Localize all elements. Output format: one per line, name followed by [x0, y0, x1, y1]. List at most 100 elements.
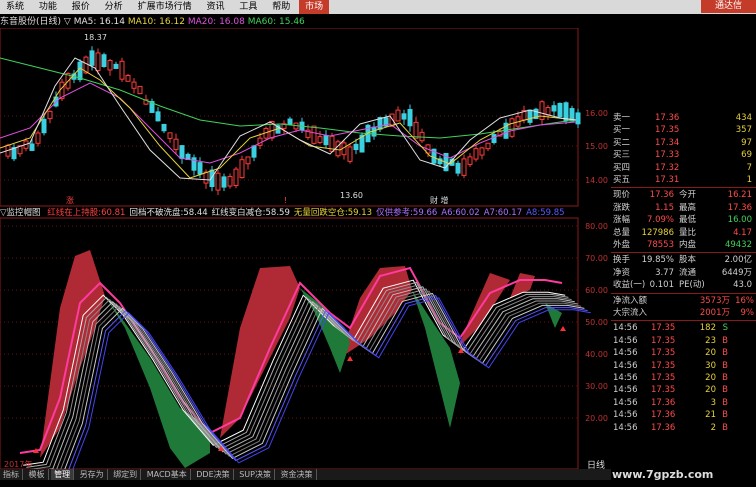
ask-row[interactable]: 卖一 17.36 434: [611, 112, 756, 124]
ma60-value: MA60: 15.46: [247, 17, 305, 27]
ma10-value: MA10: 16.12: [127, 17, 185, 27]
candle-body: [563, 102, 569, 122]
bid-row[interactable]: 买二 17.34 97: [611, 137, 756, 149]
candle-body: [233, 168, 239, 186]
bid-row[interactable]: 买五 17.31 1: [611, 174, 756, 186]
tick-row[interactable]: 14:56 17.35 30 B: [611, 360, 756, 372]
chart-canvas[interactable]: 18.37 13.60 涨 ! 财 增 16.00 15.00 14.00 80…: [0, 28, 611, 469]
candle-body: [545, 107, 551, 116]
stat-row[interactable]: 净资 3.77 流通 6449万: [611, 267, 756, 279]
tick-row[interactable]: 14:56 17.36 3 B: [611, 397, 756, 409]
menu-item[interactable]: 分析: [99, 0, 129, 14]
indicator-value: 仅供参考:59.66: [376, 208, 438, 218]
toolbar-tab[interactable]: MACD基本: [144, 469, 191, 480]
stat-label: 股本: [679, 255, 697, 266]
tick-row[interactable]: 14:56 17.35 182 S: [611, 322, 756, 334]
menu-item[interactable]: 报价: [66, 0, 96, 14]
order-label: 买五: [613, 175, 631, 185]
order-label: 买一: [613, 125, 631, 136]
flow-row[interactable]: 大宗流入 2001万 9%: [611, 307, 756, 319]
candle-body: [107, 59, 113, 71]
stat-value: 16.00: [727, 215, 752, 226]
menu-item[interactable]: 工具: [233, 0, 263, 14]
toolbar-tab[interactable]: 绑定到: [110, 469, 142, 480]
menu-item[interactable]: 资讯: [200, 0, 230, 14]
candle-body: [245, 156, 251, 165]
tick-row[interactable]: 14:56 17.35 20 B: [611, 372, 756, 384]
bid-row[interactable]: 买四 17.32 7: [611, 162, 756, 174]
tick-row[interactable]: 14:56 17.35 23 B: [611, 335, 756, 347]
stat-row[interactable]: 涨跌 1.15 最高 17.36: [611, 202, 756, 214]
period-label[interactable]: 日线: [587, 458, 605, 471]
candlestick-series: [5, 46, 581, 196]
stat-value: 0.101: [649, 280, 674, 291]
nav-label[interactable]: 通达信: [700, 0, 756, 13]
candle-body: [155, 111, 161, 122]
menu-item[interactable]: 帮助: [266, 0, 296, 14]
flow-label: 大宗流入: [613, 308, 648, 318]
stat-label: 最高: [679, 202, 697, 213]
menu-item[interactable]: 功能: [33, 0, 63, 14]
stat-row[interactable]: 外盘 78553 内盘 49432: [611, 239, 756, 251]
candle-body: [203, 171, 209, 184]
tick-volume: 20: [705, 373, 716, 383]
stat-label: 换手: [613, 255, 631, 266]
stock-label[interactable]: 东音股份(日线): [0, 17, 61, 27]
indicator-name[interactable]: ▽监控帽图: [0, 208, 41, 218]
stat-row[interactable]: 换手 19.85% 股本 2.00亿: [611, 254, 756, 266]
stat-label: 总量: [613, 227, 631, 238]
toolbar-tab[interactable]: DDE决策: [193, 469, 234, 480]
tick-side: B: [722, 385, 728, 396]
order-price: 17.36: [655, 113, 680, 123]
toolbar-tab[interactable]: 模板: [26, 469, 49, 480]
candle-body: [119, 60, 125, 80]
order-price: 17.33: [655, 150, 680, 161]
stat-row[interactable]: 总量 127986 量比 4.17: [611, 227, 756, 239]
menu-item[interactable]: 扩展市场行情: [132, 0, 198, 14]
menu-item[interactable]: 系统: [0, 0, 30, 14]
bid-row[interactable]: 买三 17.33 69: [611, 149, 756, 161]
quote-panel: 卖一 17.36 434 买一 17.35 357 买二 17.34 97 买三 17.33 69 买四…: [611, 112, 756, 487]
buy-arrow: [347, 356, 353, 361]
toolbar-tab[interactable]: SUP决策: [236, 469, 275, 480]
bid-row[interactable]: 买一 17.35 357: [611, 124, 756, 136]
toolbar-tab[interactable]: 指标: [0, 469, 23, 480]
tick-time: 14:56: [613, 410, 638, 421]
stat-label: 涨幅: [613, 215, 631, 226]
candle-body: [491, 134, 497, 144]
stat-label: 今开: [679, 190, 697, 201]
tick-row[interactable]: 14:56 17.35 20 B: [611, 384, 756, 396]
candle-body: [335, 141, 341, 157]
flow-row[interactable]: 净流入额 3573万 16%: [611, 295, 756, 307]
indicator-tick: 40.00: [585, 350, 608, 359]
green-fill: [545, 303, 562, 328]
stat-value: 19.85%: [641, 255, 674, 266]
stat-value: 17.36: [727, 202, 752, 213]
tick-row[interactable]: 14:56 17.36 21 B: [611, 409, 756, 421]
stat-value: 7.09%: [646, 215, 674, 226]
candle-body: [113, 63, 119, 69]
tick-side: B: [722, 348, 728, 359]
tick-row[interactable]: 14:56 17.35 20 B: [611, 347, 756, 359]
price-tick: 16.00: [585, 109, 608, 118]
toolbar-tab[interactable]: 资金决策: [278, 469, 317, 480]
candle-body: [125, 75, 131, 82]
toolbar-tab[interactable]: 另存为: [77, 469, 108, 480]
stat-row[interactable]: 现价 17.36 今开 16.21: [611, 189, 756, 201]
market-tab[interactable]: 市场: [299, 0, 330, 14]
indicator-value: 回档不破洗盘:58.44: [129, 208, 208, 218]
indicator-ribbon-lines: [19, 266, 591, 469]
tick-row[interactable]: 14:56 17.36 2 B: [611, 422, 756, 434]
candle-body: [467, 156, 473, 165]
tick-side: B: [722, 373, 728, 383]
candle-body: [527, 109, 533, 123]
candle-body: [473, 148, 479, 160]
kline-frame: [0, 28, 579, 207]
stat-value: 43.0: [733, 280, 752, 291]
divider: [611, 252, 756, 254]
stat-row[interactable]: 收益(一) 0.101 PE(动) 43.0: [611, 279, 756, 291]
tick-price: 17.35: [651, 385, 676, 396]
stat-row[interactable]: 涨幅 7.09% 最低 16.00: [611, 214, 756, 226]
toolbar-tab[interactable]: 管理: [51, 469, 75, 480]
tick-price: 17.36: [651, 397, 676, 408]
